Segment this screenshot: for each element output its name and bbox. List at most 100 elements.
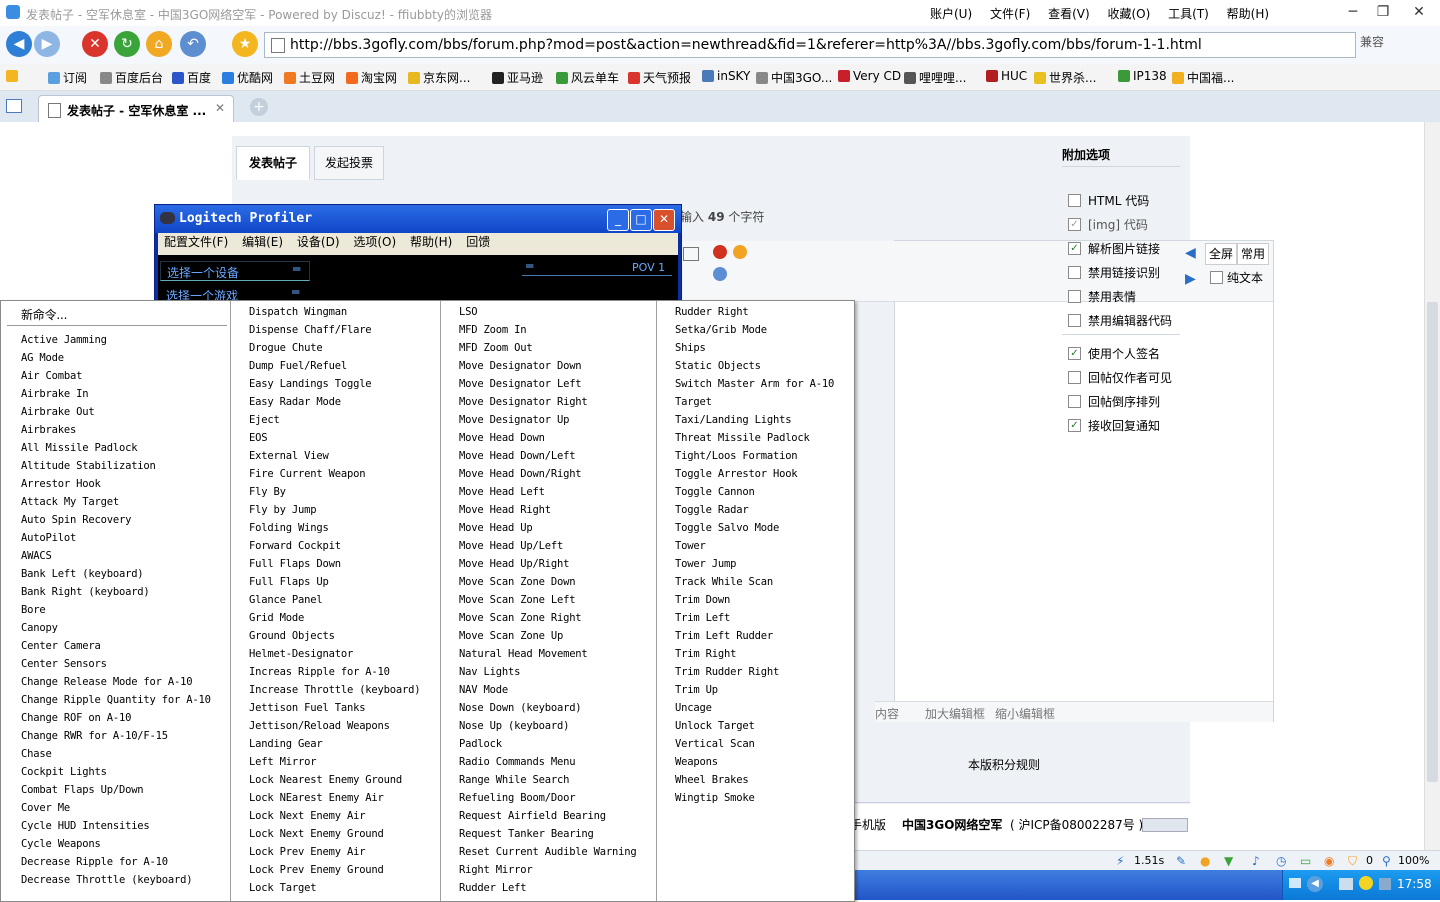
menu-command-item[interactable]: Airbrakes xyxy=(21,424,76,436)
menu-command-item[interactable]: Track While Scan xyxy=(675,576,773,588)
footer-content-link[interactable]: 内容 xyxy=(875,705,899,722)
menu-command-item[interactable]: Cover Me xyxy=(21,802,70,814)
option-receive-notice[interactable]: ✓ 接收回复通知 xyxy=(1068,417,1160,434)
menu-command-item[interactable]: LSO xyxy=(459,306,478,318)
menu-command-item[interactable]: Drogue Chute xyxy=(249,342,323,354)
address-bar[interactable]: http://bbs.3gofly.com/bbs/forum.php?mod=… xyxy=(264,32,1356,58)
checkbox[interactable] xyxy=(1068,314,1081,327)
icp-number[interactable]: ( 沪ICP备08002287号 ) xyxy=(1010,816,1143,833)
fav-item[interactable]: IP138 xyxy=(1118,69,1167,83)
tray-collapse-icon[interactable]: ◀ xyxy=(1307,876,1323,892)
menu-command-item[interactable]: Wheel Brakes xyxy=(675,774,749,786)
menu-command-item[interactable]: Move Head Down/Right xyxy=(459,468,582,480)
menu-command-item[interactable]: Lock NEarest Enemy Air xyxy=(249,792,384,804)
menu-command-item[interactable]: Move Head Down/Left xyxy=(459,450,576,462)
menu-command-item[interactable]: Easy Landings Toggle xyxy=(249,378,372,390)
home-icon[interactable]: ⌂ xyxy=(146,31,172,57)
fav-item[interactable]: 世界杀... xyxy=(1034,69,1096,86)
menu-command-item[interactable]: Radio Commands Menu xyxy=(459,756,576,768)
menu-command-item[interactable]: Move Head Left xyxy=(459,486,545,498)
profiler-minimize-icon[interactable]: _ xyxy=(607,209,629,231)
fav-item[interactable]: 中国3GO... xyxy=(756,69,832,86)
menu-command-item[interactable]: Move Designator Right xyxy=(459,396,588,408)
checkbox[interactable]: ✓ xyxy=(1068,419,1081,432)
menu-command-item[interactable]: Increase Throttle (keyboard) xyxy=(249,684,421,696)
profiler-close-icon[interactable]: ✕ xyxy=(653,209,675,231)
menu-command-item[interactable]: Dump Fuel/Refuel xyxy=(249,360,347,372)
plain-text-checkbox[interactable] xyxy=(1210,271,1223,284)
menu-tools[interactable]: 工具(T) xyxy=(1168,7,1209,21)
menu-command-item[interactable]: Range While Search xyxy=(459,774,569,786)
menu-command-item[interactable]: Unlock Target xyxy=(675,720,755,732)
menu-command-item[interactable]: Rudder Right xyxy=(675,306,749,318)
menu-command-item[interactable]: Easy Radar Mode xyxy=(249,396,341,408)
fav-item[interactable]: inSKY xyxy=(702,69,750,83)
menu-command-item[interactable]: Refueling Boom/Door xyxy=(459,792,576,804)
shield-icon[interactable]: ⛉ xyxy=(1348,854,1357,869)
scrollbar-thumb[interactable] xyxy=(1427,302,1438,782)
menu-command-item[interactable]: Decrease Throttle (keyboard) xyxy=(21,874,193,886)
fullscreen-button[interactable]: 全屏 xyxy=(1205,243,1237,265)
flash-icon[interactable] xyxy=(713,267,727,281)
menu-command-item[interactable]: Cycle Weapons xyxy=(21,838,101,850)
menu-command-item[interactable]: Decrease Ripple for A-10 xyxy=(21,856,168,868)
screen-icon[interactable]: ▭ xyxy=(1300,854,1311,868)
menu-command-item[interactable]: AutoPilot xyxy=(21,532,76,544)
tray-app-icon[interactable] xyxy=(1379,878,1391,890)
menu-command-item[interactable]: Uncage xyxy=(675,702,712,714)
menu-command-item[interactable]: Forward Cockpit xyxy=(249,540,341,552)
new-command-item[interactable]: 新命令... xyxy=(21,306,67,323)
option-html-code[interactable]: HTML 代码 xyxy=(1068,192,1149,209)
menu-command-item[interactable]: NAV Mode xyxy=(459,684,508,696)
menu-command-item[interactable]: Fire Current Weapon xyxy=(249,468,366,480)
favorites-star-icon[interactable] xyxy=(6,69,21,83)
menu-command-item[interactable]: Nose Down (keyboard) xyxy=(459,702,582,714)
html-source-icon[interactable] xyxy=(683,247,699,261)
option-img-code[interactable]: ✓ [img] 代码 xyxy=(1068,216,1148,233)
menu-command-item[interactable]: All Missile Padlock xyxy=(21,442,138,454)
close-icon[interactable]: ✕ xyxy=(1408,3,1430,21)
fav-item[interactable]: 风云单车 xyxy=(556,69,619,86)
menu-command-item[interactable]: Dispatch Wingman xyxy=(249,306,347,318)
menu-command-item[interactable]: Lock Nearest Enemy Ground xyxy=(249,774,402,786)
option-use-signature[interactable]: ✓ 使用个人签名 xyxy=(1068,345,1160,362)
menu-command-item[interactable]: Altitude Stabilization xyxy=(21,460,156,472)
zoom-icon[interactable]: ⚲ xyxy=(1382,854,1391,868)
menu-account[interactable]: 账户(U) xyxy=(930,7,972,21)
forward-icon[interactable]: ▶ xyxy=(34,31,60,57)
back-icon[interactable]: ◀ xyxy=(6,31,32,57)
menu-command-item[interactable]: Weapons xyxy=(675,756,718,768)
option-reverse-order[interactable]: 回帖倒序排列 xyxy=(1068,393,1160,410)
tab-post-thread[interactable]: 发表帖子 xyxy=(236,146,310,180)
menu-command-item[interactable]: Lock Target xyxy=(249,882,317,894)
fav-item[interactable]: 亚马逊 xyxy=(492,69,543,86)
refresh-icon[interactable]: ↻ xyxy=(114,31,140,57)
menu-command-item[interactable]: Threat Missile Padlock xyxy=(675,432,810,444)
fav-item[interactable]: HUC xyxy=(986,69,1027,83)
common-button[interactable]: 常用 xyxy=(1237,243,1269,265)
menu-help[interactable]: 帮助(H) xyxy=(1227,7,1269,21)
fav-item[interactable]: 淘宝网 xyxy=(346,69,397,86)
menu-command-item[interactable]: Air Combat xyxy=(21,370,82,382)
menu-command-item[interactable]: Trim Rudder Right xyxy=(675,666,779,678)
menu-command-item[interactable]: Nav Lights xyxy=(459,666,520,678)
menu-command-item[interactable]: Jettison Fuel Tanks xyxy=(249,702,366,714)
speed-icon[interactable]: ⚡ xyxy=(1116,854,1130,868)
menu-command-item[interactable]: Tower Jump xyxy=(675,558,736,570)
compat-mode-button[interactable]: 兼容 xyxy=(1360,33,1384,50)
menu-command-item[interactable]: Helmet-Designator xyxy=(249,648,353,660)
menu-command-item[interactable]: Ships xyxy=(675,342,706,354)
menu-favorites[interactable]: 收藏(O) xyxy=(1108,7,1151,21)
fav-item[interactable]: 百度 xyxy=(172,69,211,86)
menu-command-item[interactable]: Move Head Up/Left xyxy=(459,540,563,552)
menu-command-item[interactable]: Move Head Down xyxy=(459,432,545,444)
pov-slot[interactable]: ═ POV 1 xyxy=(522,259,672,276)
checkbox[interactable]: ✓ xyxy=(1068,242,1081,255)
fav-item[interactable]: 天气预报 xyxy=(628,69,691,86)
menu-command-item[interactable]: Bank Right (keyboard) xyxy=(21,586,150,598)
menu-command-item[interactable]: Lock Next Enemy Ground xyxy=(249,828,384,840)
menu-command-item[interactable]: Tower xyxy=(675,540,706,552)
menu-command-item[interactable]: Move Designator Left xyxy=(459,378,582,390)
menu-command-item[interactable]: Taxi/Landing Lights xyxy=(675,414,792,426)
menu-command-item[interactable]: Setka/Grib Mode xyxy=(675,324,767,336)
